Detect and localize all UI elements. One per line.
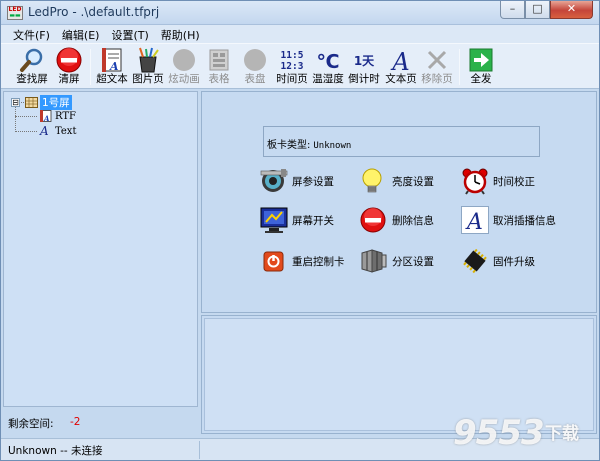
- partition-icon: [360, 247, 388, 275]
- restart-card-button[interactable]: 重启控制卡: [260, 247, 345, 275]
- tree-node-label: 1号屏: [40, 94, 72, 110]
- remove-page-button[interactable]: 移除页: [417, 46, 457, 88]
- board-type-box: 板卡类型: Unknown: [263, 126, 540, 157]
- board-type-value: Unknown: [313, 141, 352, 151]
- hypertext-icon: A: [99, 47, 125, 73]
- tree-node-label: Text: [55, 125, 77, 137]
- toolbar: 查找屏 清屏 A 超文本 图片页 炫动画 表格 表盘 11:5 12:3 时间页…: [1, 43, 599, 89]
- text-page-icon: A: [388, 47, 414, 76]
- tree-node-screen1[interactable]: ⊟ 1号屏: [11, 94, 72, 110]
- cancel-insert-label: 取消插播信息: [493, 214, 556, 227]
- remove-page-icon: [424, 47, 450, 73]
- svg-text:1天: 1天: [354, 54, 375, 68]
- screen-tree-panel: [3, 91, 198, 407]
- send-all-button[interactable]: 全发: [461, 46, 501, 88]
- clear-screen-icon: [56, 47, 82, 73]
- firmware-chip-icon: [461, 247, 489, 275]
- delete-info-label: 删除信息: [392, 214, 434, 227]
- ledpro-app-icon: LED ▬▬: [7, 6, 23, 20]
- board-type-label: 板卡类型:: [267, 140, 311, 151]
- watermark-text: 下载: [545, 424, 579, 444]
- restart-card-icon: [260, 247, 288, 275]
- app-window: LED ▬▬ LedPro - .\default.tfprj – □ ✕ 文件(…: [0, 0, 600, 461]
- dial-icon: [242, 47, 268, 73]
- remaining-space-label: 剩余空间:: [8, 418, 54, 430]
- svg-text:12:3: 12:3: [281, 61, 304, 72]
- tree-node-text[interactable]: A Text: [15, 124, 76, 138]
- brightness-button[interactable]: 亮度设置: [360, 167, 434, 195]
- svg-text:A: A: [109, 60, 119, 73]
- countdown-icon: 1天: [351, 47, 377, 73]
- screen-power-icon: [260, 206, 288, 234]
- control-panel: [201, 91, 597, 313]
- menu-help[interactable]: 帮助(H): [155, 25, 206, 43]
- screen-params-button[interactable]: 屏参设置: [260, 167, 334, 195]
- screen-params-icon: [260, 167, 288, 195]
- remove-page-label: 移除页: [421, 73, 453, 85]
- partition-label: 分区设置: [392, 255, 434, 268]
- delete-info-button[interactable]: 删除信息: [360, 206, 434, 234]
- picture-page-icon: [135, 47, 161, 73]
- clear-screen-label: 清屏: [58, 73, 80, 85]
- cancel-insert-button[interactable]: A 取消插播信息: [461, 206, 556, 235]
- delete-info-icon: [360, 206, 388, 234]
- rtf-page-icon: A: [40, 110, 52, 123]
- watermark-number: 9553: [453, 413, 545, 453]
- firmware-upgrade-button[interactable]: 固件升级: [461, 247, 535, 275]
- status-divider: [199, 441, 200, 459]
- firmware-upgrade-label: 固件升级: [493, 255, 535, 268]
- table-icon: [206, 47, 232, 73]
- temperature-icon: ℃: [315, 47, 341, 73]
- tree-node-label: RTF: [55, 110, 76, 122]
- restart-card-label: 重启控制卡: [292, 255, 345, 268]
- window-controls: – □ ✕: [500, 1, 593, 20]
- send-all-label: 全发: [470, 73, 492, 85]
- menu-file[interactable]: 文件(F): [7, 25, 56, 43]
- window-title: LedPro - .\default.tfprj: [28, 5, 160, 19]
- svg-text:A: A: [43, 114, 50, 122]
- partition-button[interactable]: 分区设置: [360, 247, 434, 275]
- menu-edit[interactable]: 编辑(E): [56, 25, 106, 43]
- minimize-button[interactable]: –: [500, 1, 525, 19]
- board-type-field: 板卡类型: Unknown: [267, 136, 351, 151]
- magnifier-icon: [19, 47, 45, 73]
- tree-node-rtf[interactable]: A RTF: [15, 109, 76, 123]
- connection-status: Unknown -- 未连接: [8, 445, 103, 457]
- svg-text:11:5: 11:5: [281, 50, 304, 61]
- remaining-space-value: -2: [70, 416, 81, 428]
- time-calibration-button[interactable]: 时间校正: [461, 167, 535, 195]
- menu-bar: 文件(F) 编辑(E) 设置(T) 帮助(H): [1, 25, 599, 43]
- cancel-insert-icon: A: [461, 206, 489, 235]
- screen-params-label: 屏参设置: [292, 175, 334, 188]
- clear-screen-button[interactable]: 清屏: [49, 46, 89, 88]
- screen-power-label: 屏幕开关: [292, 214, 334, 227]
- animation-icon: [171, 47, 197, 73]
- close-button[interactable]: ✕: [550, 1, 593, 19]
- svg-text:℃: ℃: [316, 51, 339, 73]
- site-watermark: 9553 下载: [453, 413, 593, 457]
- brightness-label: 亮度设置: [392, 175, 434, 188]
- screen-power-button[interactable]: 屏幕开关: [260, 206, 334, 234]
- maximize-button[interactable]: □: [525, 1, 550, 19]
- send-all-icon: [468, 47, 494, 73]
- brightness-bulb-icon: [360, 167, 388, 195]
- svg-text:A: A: [465, 210, 483, 233]
- time-calibration-label: 时间校正: [493, 175, 535, 188]
- tree-collapse-toggle[interactable]: ⊟: [11, 97, 20, 107]
- text-item-icon: A: [40, 124, 49, 138]
- svg-text:A: A: [390, 48, 409, 73]
- alarm-clock-icon: [461, 167, 489, 195]
- title-bar[interactable]: LED ▬▬ LedPro - .\default.tfprj – □ ✕: [1, 1, 599, 25]
- menu-settings[interactable]: 设置(T): [105, 25, 154, 43]
- screen-grid-icon: [25, 96, 38, 108]
- time-page-icon: 11:5 12:3: [279, 47, 305, 73]
